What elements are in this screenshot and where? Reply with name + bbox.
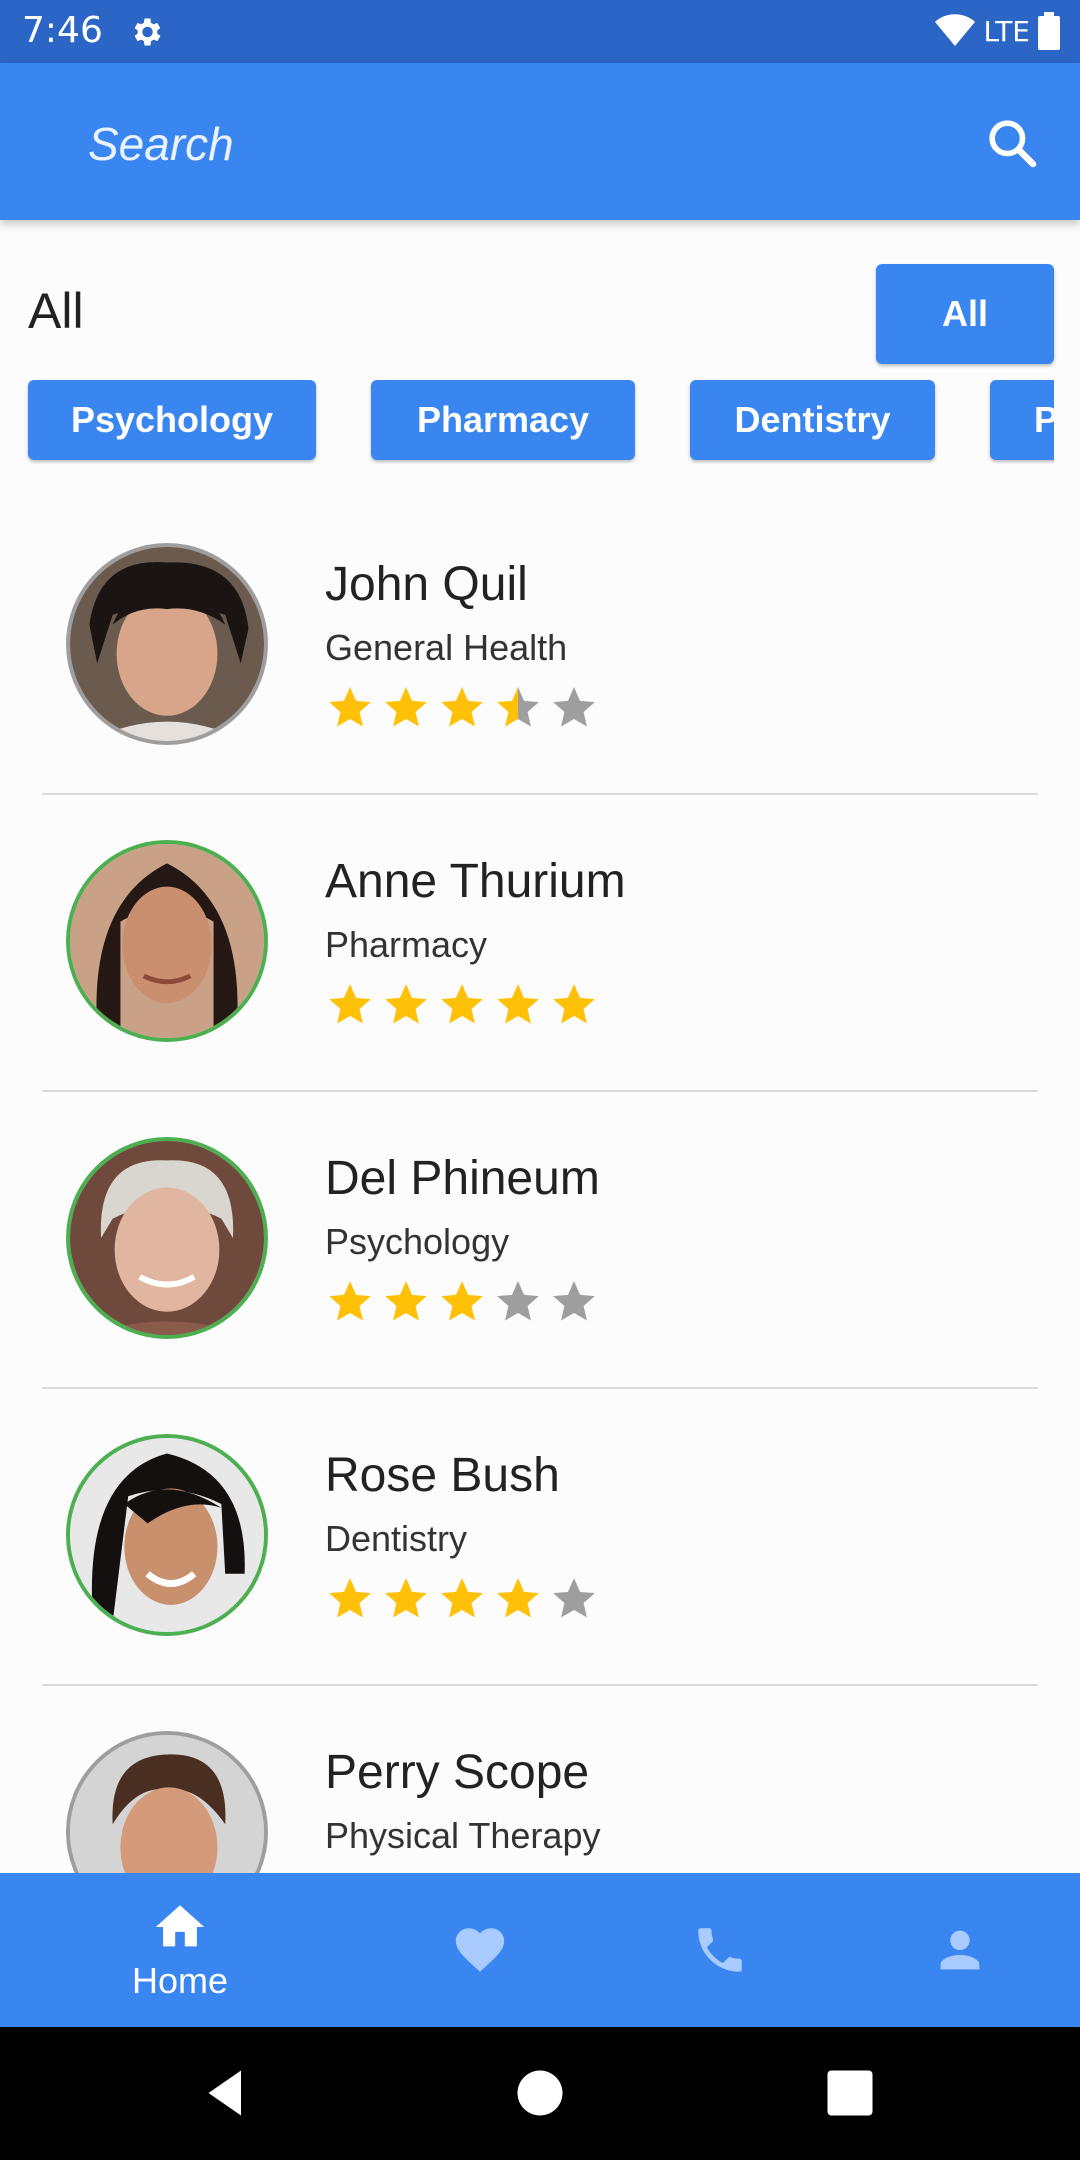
status-bar: 7:46 LTE — [0, 0, 1080, 63]
settings-gear-icon — [134, 18, 161, 46]
phone-icon — [698, 1928, 742, 1972]
star-full-icon — [497, 984, 539, 1024]
doctor-name: Rose Bush — [325, 1449, 560, 1502]
doctor-name: Anne Thurium — [325, 855, 626, 908]
star-empty-icon — [553, 1281, 595, 1321]
doctor-specialty: General Health — [325, 627, 568, 668]
heart-icon — [455, 1928, 505, 1972]
category-chip-dentistry[interactable]: Dentistry — [690, 380, 935, 460]
rating-stars — [325, 683, 599, 733]
battery-icon — [1038, 12, 1060, 50]
person-icon — [940, 1930, 980, 1970]
divider — [42, 793, 1038, 795]
star-full-icon — [385, 1578, 427, 1618]
app-bar: Search — [0, 63, 1080, 220]
doctor-card[interactable]: Perry Scope Physical Therapy — [42, 1693, 1038, 1873]
category-chip-pharmacy[interactable]: Pharmacy — [371, 380, 635, 460]
star-full-icon — [441, 687, 483, 727]
star-full-icon — [441, 1578, 483, 1618]
star-full-icon — [329, 1578, 371, 1618]
doctor-specialty: Pharmacy — [325, 924, 488, 965]
doctor-name: Perry Scope — [325, 1746, 590, 1799]
doctor-card[interactable]: Del Phineum Psychology — [42, 1099, 1038, 1389]
nav-calls[interactable] — [630, 1873, 810, 2027]
star-full-icon — [329, 984, 371, 1024]
doctor-name: Del Phineum — [325, 1152, 600, 1205]
search-icon[interactable] — [984, 115, 1040, 171]
doctor-avatar — [66, 1434, 268, 1636]
star-full-icon — [329, 687, 371, 727]
nav-favorites[interactable] — [390, 1873, 570, 2027]
recents-square-icon[interactable] — [820, 2063, 880, 2123]
doctor-card[interactable]: Anne Thurium Pharmacy — [42, 802, 1038, 1092]
divider — [42, 1090, 1038, 1092]
star-empty-icon — [497, 1281, 539, 1321]
category-chip-physical-therapy[interactable]: Physical Therapy — [990, 380, 1054, 460]
bottom-navigation: Home — [0, 1873, 1080, 2027]
divider — [42, 1387, 1038, 1389]
star-full-icon — [329, 1281, 371, 1321]
star-full-icon — [385, 687, 427, 727]
nav-home[interactable]: Home — [90, 1873, 270, 2027]
star-half-icon — [497, 687, 539, 727]
doctor-specialty: Physical Therapy — [325, 1815, 601, 1856]
status-indicators: LTE — [935, 12, 1060, 50]
doctor-name: John Quil — [325, 558, 528, 611]
nav-home-label: Home — [131, 1960, 229, 2001]
home-icon — [155, 1905, 205, 1947]
doctor-card[interactable]: Rose Bush Dentistry — [42, 1396, 1038, 1686]
star-full-icon — [441, 984, 483, 1024]
screen: 7:46 LTE Search All All Psychology Pharm… — [0, 0, 1080, 2160]
star-full-icon — [497, 1578, 539, 1618]
wifi-icon — [935, 14, 976, 47]
rating-stars — [325, 1574, 599, 1624]
star-empty-icon — [553, 687, 595, 727]
back-icon[interactable] — [196, 2063, 256, 2123]
filter-title: All — [28, 283, 84, 339]
nav-profile[interactable] — [870, 1873, 1050, 2027]
star-full-icon — [441, 1281, 483, 1321]
category-chip-psychology[interactable]: Psychology — [28, 380, 316, 460]
rating-stars — [325, 980, 599, 1030]
status-time: 7:46 — [22, 10, 103, 51]
doctor-avatar — [66, 1137, 268, 1339]
star-full-icon — [385, 984, 427, 1024]
system-navigation-bar — [0, 2027, 1080, 2160]
star-full-icon — [385, 1281, 427, 1321]
doctor-list[interactable]: John Quil General Health Anne Thurium Ph… — [0, 505, 1080, 1873]
doctor-card[interactable]: John Quil General Health — [42, 505, 1038, 795]
divider — [42, 1684, 1038, 1686]
doctor-avatar — [66, 1731, 268, 1873]
rating-stars — [325, 1277, 599, 1327]
home-circle-icon[interactable] — [510, 2063, 570, 2123]
star-empty-icon — [553, 1578, 595, 1618]
network-type: LTE — [983, 14, 1030, 48]
doctor-specialty: Psychology — [325, 1221, 510, 1262]
doctor-specialty: Dentistry — [325, 1518, 468, 1559]
all-filter-button[interactable]: All — [876, 264, 1054, 364]
star-full-icon — [553, 984, 595, 1024]
doctor-avatar — [66, 840, 268, 1042]
search-input[interactable]: Search — [88, 117, 234, 171]
doctor-avatar — [66, 543, 268, 745]
category-chip-row[interactable]: Psychology Pharmacy Dentistry Physical T… — [0, 380, 1054, 464]
